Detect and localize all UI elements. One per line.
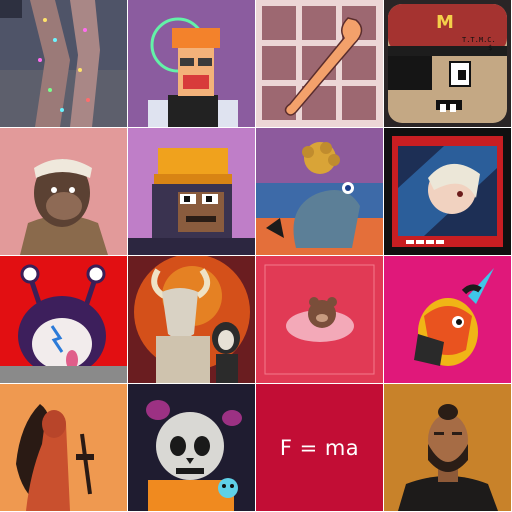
tile-unicorn-fish[interactable] [384, 256, 511, 383]
tile-bearded-man[interactable] [384, 384, 511, 511]
tile-glitter-legs[interactable] [0, 0, 127, 127]
tile-spork-engraving[interactable] [256, 0, 383, 127]
tile-purple-creature[interactable] [0, 256, 127, 383]
pixel-punk-girl-image [128, 0, 255, 127]
unicorn-fish-image [384, 256, 511, 383]
tile-bandana-ape[interactable] [0, 128, 127, 255]
cap-symbol: $ [488, 44, 492, 52]
spork-engraving-image [256, 0, 383, 127]
goat-and-dog-image [128, 256, 255, 383]
pink-bear-image [256, 256, 383, 383]
bearded-man-image [384, 384, 511, 511]
cap-letter: M [436, 12, 454, 33]
surreal-creature-image [256, 128, 383, 255]
tile-tmc-cap-face[interactable]: M T.T.M.C. $ [384, 0, 511, 127]
cap-text: T.T.M.C. [462, 36, 496, 44]
skull-kid-image [128, 384, 255, 511]
tile-long-hair-figure[interactable] [0, 384, 127, 511]
nft-image-grid: M T.T.M.C. $ F = ma [0, 0, 512, 512]
purple-creature-image [0, 256, 127, 383]
tile-goat-and-dog[interactable] [128, 256, 255, 383]
pixel-ape-beanie-image [128, 128, 255, 255]
bandana-ape-image [0, 128, 127, 255]
tile-surreal-creature[interactable] [256, 128, 383, 255]
tile-pixel-ape-beanie[interactable] [128, 128, 255, 255]
tile-anime-card[interactable] [384, 128, 511, 255]
tile-pixel-punk-girl[interactable] [128, 0, 255, 127]
tile-formula[interactable]: F = ma [256, 384, 383, 511]
long-hair-figure-image [0, 384, 127, 511]
tile-skull-kid[interactable] [128, 384, 255, 511]
anime-card-image [384, 128, 511, 255]
tmc-cap-face-image: M T.T.M.C. $ [384, 0, 511, 127]
glitter-legs-image [0, 0, 127, 127]
tile-pink-bear[interactable] [256, 256, 383, 383]
formula-text: F = ma [279, 436, 360, 460]
